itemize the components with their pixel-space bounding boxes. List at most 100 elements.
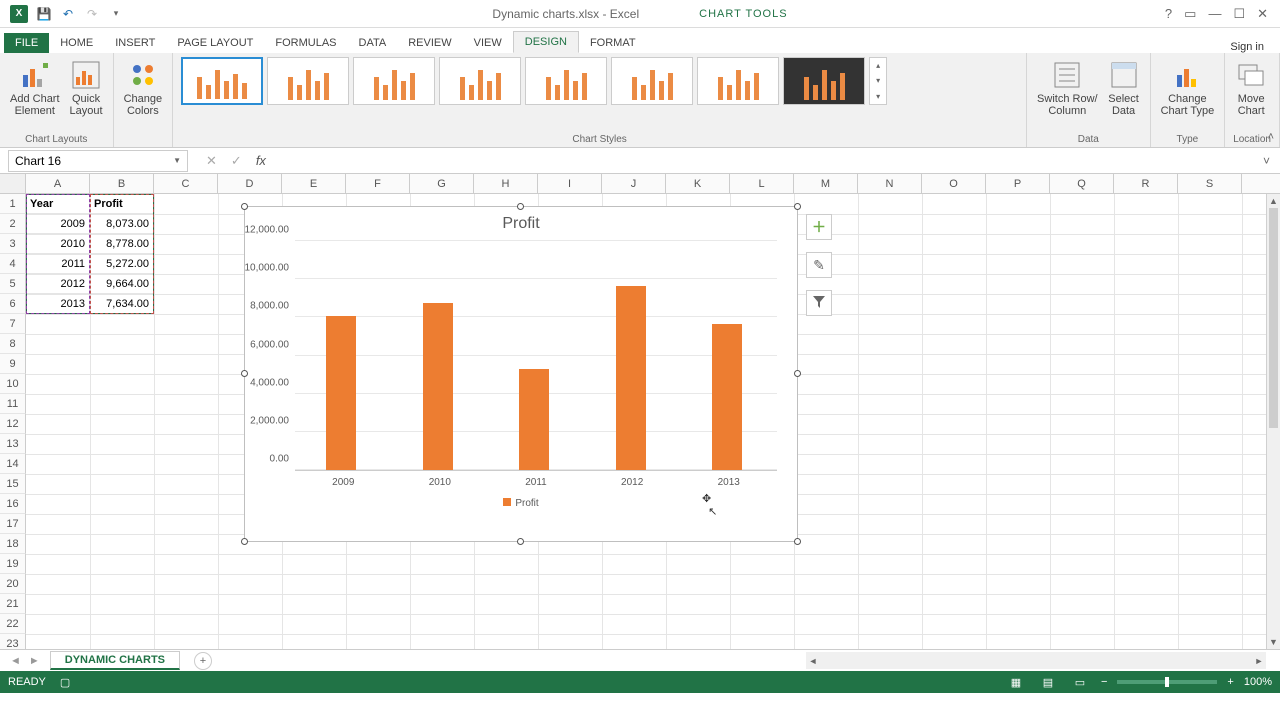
chart-style-3[interactable] — [353, 57, 435, 105]
change-chart-type-button[interactable]: Change Chart Type — [1159, 57, 1217, 119]
macro-record-icon[interactable]: ▢ — [60, 676, 70, 689]
resize-handle[interactable] — [241, 538, 248, 545]
row-header[interactable]: 14 — [0, 454, 26, 474]
chart-style-1[interactable] — [181, 57, 263, 105]
row-header[interactable]: 12 — [0, 414, 26, 434]
chart-elements-button[interactable]: ＋ — [806, 214, 832, 240]
column-header[interactable]: O — [922, 174, 986, 193]
cell[interactable]: 8,778.00 — [90, 234, 154, 254]
undo-icon[interactable]: ↶ — [60, 6, 76, 22]
row-header[interactable]: 5 — [0, 274, 26, 294]
horizontal-scrollbar[interactable]: ◄ ► — [806, 652, 1266, 669]
name-box[interactable]: Chart 16 ▼ — [8, 150, 188, 172]
cell[interactable]: 7,634.00 — [90, 294, 154, 314]
column-header[interactable]: M — [794, 174, 858, 193]
row-header[interactable]: 15 — [0, 474, 26, 494]
cell[interactable]: 2011 — [26, 254, 90, 274]
column-header[interactable]: K — [666, 174, 730, 193]
tab-page-layout[interactable]: PAGE LAYOUT — [166, 33, 264, 53]
column-header[interactable]: E — [282, 174, 346, 193]
collapse-ribbon-icon[interactable]: ˄ — [1268, 131, 1274, 143]
tab-data[interactable]: DATA — [348, 33, 398, 53]
column-header[interactable]: C — [154, 174, 218, 193]
page-layout-view-icon[interactable]: ▤ — [1037, 674, 1059, 690]
row-header[interactable]: 3 — [0, 234, 26, 254]
vertical-scrollbar[interactable]: ▲ ▼ — [1266, 194, 1280, 649]
row-header[interactable]: 8 — [0, 334, 26, 354]
tab-insert[interactable]: INSERT — [104, 33, 166, 53]
row-header[interactable]: 19 — [0, 554, 26, 574]
normal-view-icon[interactable]: ▦ — [1005, 674, 1027, 690]
row-header[interactable]: 4 — [0, 254, 26, 274]
column-header[interactable]: G — [410, 174, 474, 193]
fx-icon[interactable]: fx — [256, 153, 266, 168]
resize-handle[interactable] — [241, 203, 248, 210]
select-all-corner[interactable] — [0, 174, 26, 193]
row-header[interactable]: 23 — [0, 634, 26, 649]
resize-handle[interactable] — [241, 370, 248, 377]
tab-home[interactable]: HOME — [49, 33, 104, 53]
legend[interactable]: Profit — [245, 488, 797, 519]
row-header[interactable]: 21 — [0, 594, 26, 614]
embedded-chart[interactable]: Profit 0.002,000.004,000.006,000.008,000… — [244, 206, 798, 542]
chart-style-6[interactable] — [611, 57, 693, 105]
column-header[interactable]: L — [730, 174, 794, 193]
resize-handle[interactable] — [794, 538, 801, 545]
row-header[interactable]: 9 — [0, 354, 26, 374]
formula-input[interactable] — [276, 150, 1253, 172]
chart-style-7[interactable] — [697, 57, 779, 105]
cell-b1[interactable]: Profit — [90, 194, 154, 214]
row-header[interactable]: 2 — [0, 214, 26, 234]
column-header[interactable]: N — [858, 174, 922, 193]
save-icon[interactable]: 💾 — [36, 6, 52, 22]
qat-customize-icon[interactable]: ▾ — [108, 6, 124, 22]
column-header[interactable]: D — [218, 174, 282, 193]
column-header[interactable]: B — [90, 174, 154, 193]
cell[interactable]: 9,664.00 — [90, 274, 154, 294]
bar[interactable] — [423, 303, 453, 471]
sheet-nav-prev-icon[interactable]: ◄ — [10, 655, 21, 667]
column-header[interactable]: I — [538, 174, 602, 193]
row-header[interactable]: 7 — [0, 314, 26, 334]
zoom-in-icon[interactable]: + — [1227, 676, 1233, 688]
cell[interactable]: 2013 — [26, 294, 90, 314]
move-chart-button[interactable]: Move Chart — [1233, 57, 1269, 119]
resize-handle[interactable] — [794, 370, 801, 377]
chart-styles-button[interactable]: ✎ — [806, 252, 832, 278]
tab-format[interactable]: FORMAT — [579, 33, 647, 53]
zoom-slider[interactable] — [1117, 680, 1217, 684]
close-icon[interactable]: ✕ — [1257, 6, 1268, 22]
cell[interactable]: 5,272.00 — [90, 254, 154, 274]
chart-style-8[interactable] — [783, 57, 865, 105]
cell-a1[interactable]: Year — [26, 194, 90, 214]
column-header[interactable]: J — [602, 174, 666, 193]
worksheet-grid[interactable]: ABCDEFGHIJKLMNOPQRS 12345678910111213141… — [0, 174, 1280, 649]
switch-row-column-button[interactable]: Switch Row/ Column — [1035, 57, 1100, 119]
redo-icon[interactable]: ↷ — [84, 6, 100, 22]
column-header[interactable]: Q — [1050, 174, 1114, 193]
scroll-left-icon[interactable]: ◄ — [806, 656, 820, 666]
zoom-level[interactable]: 100% — [1244, 676, 1272, 688]
column-header[interactable]: S — [1178, 174, 1242, 193]
sheet-nav-next-icon[interactable]: ► — [29, 655, 40, 667]
select-data-button[interactable]: Select Data — [1106, 57, 1142, 119]
tab-file[interactable]: FILE — [4, 33, 49, 53]
chart-filters-button[interactable] — [806, 290, 832, 316]
row-header[interactable]: 18 — [0, 534, 26, 554]
row-header[interactable]: 20 — [0, 574, 26, 594]
tab-design[interactable]: DESIGN — [513, 31, 579, 53]
bar[interactable] — [326, 316, 356, 470]
scroll-right-icon[interactable]: ► — [1252, 656, 1266, 666]
change-colors-button[interactable]: Change Colors — [122, 57, 165, 119]
maximize-icon[interactable]: ☐ — [1233, 6, 1245, 22]
ribbon-display-options-icon[interactable]: ▭ — [1184, 6, 1196, 22]
column-header[interactable]: H — [474, 174, 538, 193]
row-header[interactable]: 13 — [0, 434, 26, 454]
minimize-icon[interactable]: — — [1208, 6, 1221, 21]
column-header[interactable]: A — [26, 174, 90, 193]
help-icon[interactable]: ? — [1165, 6, 1172, 21]
column-header[interactable]: P — [986, 174, 1050, 193]
scroll-thumb[interactable] — [1269, 208, 1278, 428]
tab-review[interactable]: REVIEW — [397, 33, 462, 53]
tab-view[interactable]: VIEW — [463, 33, 513, 53]
